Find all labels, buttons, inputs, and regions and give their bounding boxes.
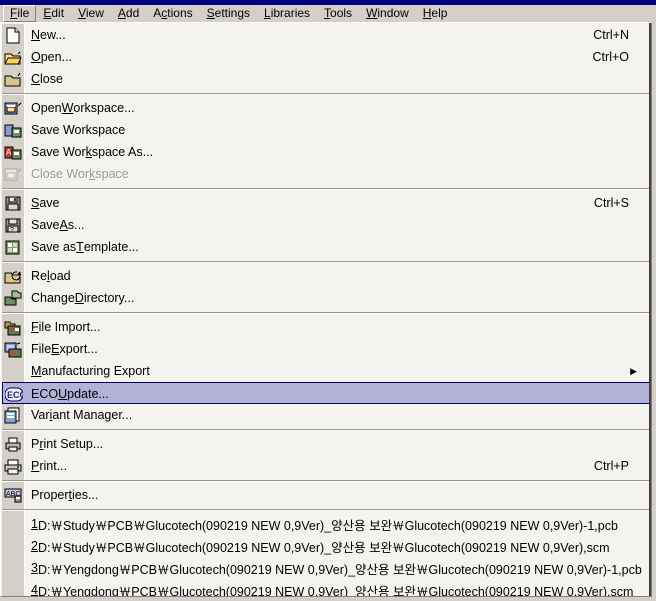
menu-item-close[interactable]: Close [2,68,651,90]
menubar-item-settings[interactable]: Settings [200,5,257,22]
menu-item-recent-2[interactable]: 2 D:￦Study￦PCB￦Glucotech(090219 NEW 0,9V… [2,535,651,557]
menu-separator [2,426,651,433]
menu-item-recent-1[interactable]: 1 D:￦Study￦PCB￦Glucotech(090219 NEW 0,9V… [2,513,651,535]
menu-item-label: Save Wor k space As... [31,145,154,159]
menu-item-change-directory[interactable]: Change Directory... [2,287,651,309]
menu-item-label: ECO Update... [31,387,109,401]
variant-manager-icon [3,406,23,424]
menu-item-label: Pr int Setup... [31,437,104,451]
file-menu-item-list: New... Ctrl+N Open... Ctrl+O Close Open Works… [2,24,651,597]
properties-icon: ABC [3,486,23,504]
open-workspace-icon [3,99,23,117]
menu-item-label: Save [31,196,60,210]
close-workspace-icon [3,165,23,183]
menu-item-save[interactable]: Save Ctrl+S [2,192,651,214]
menu-separator [2,506,651,513]
menu-item-label: Save Workspace [31,123,126,137]
menubar-item-edit[interactable]: Edit [36,5,71,22]
menu-item-label: 4 D:￦Yengdong￦PCB￦Glucotech(090219 NEW 0… [31,583,634,597]
svg-text:?: ? [10,227,14,234]
menu-separator [2,477,651,484]
menubar-item-file[interactable]: File [3,5,37,22]
menu-item-label: 3 D:￦Yengdong￦PCB￦Glucotech(090219 NEW 0… [31,561,642,577]
save-workspace-icon [3,121,23,139]
menu-item-file-import[interactable]: File Import... [2,316,651,338]
menu-item-shortcut: Ctrl+N [593,28,629,42]
file-menu-dropdown: New... Ctrl+N Open... Ctrl+O Close Open Works… [0,22,652,597]
file-import-icon [3,318,23,336]
close-folder-icon [3,70,23,88]
menu-item-label: New... [31,28,66,42]
menu-item-label: Save as Template... [31,240,139,254]
menu-item-label: Close [31,72,63,86]
menu-item-save-workspace-as[interactable]: A Save Wor k space As... [2,141,651,163]
menu-separator [2,90,651,97]
menu-item-save-as-template[interactable]: Save as Template... [2,236,651,258]
menu-item-print[interactable]: Print... Ctrl+P [2,455,651,477]
menu-item-properties[interactable]: ABC Proper t ies... [2,484,651,506]
printer-icon [3,457,23,475]
menu-item-open-workspace[interactable]: Open Workspace... [2,97,651,119]
menu-item-label: 1 D:￦Study￦PCB￦Glucotech(090219 NEW 0,9V… [31,517,618,533]
menubar-item-help[interactable]: Help [416,5,455,22]
main-menubar: File Edit View Add Actions Settings Libr… [0,5,656,22]
menubar-item-view[interactable]: View [71,5,111,22]
menu-item-label: Manufacturing Export [31,364,150,378]
menu-item-label: Save As... [31,218,85,232]
menu-item-label: Var i ant Manager... [31,408,133,422]
menubar-item-tools[interactable]: Tools [317,5,359,22]
menu-item-save-workspace[interactable]: Save Workspace [2,119,651,141]
menu-item-print-setup[interactable]: Pr int Setup... [2,433,651,455]
application-window: File Edit View Add Actions Settings Libr… [0,0,656,601]
menu-item-label: Open... [31,50,73,64]
menu-item-shortcut: Ctrl+S [593,196,629,210]
file-export-icon [3,340,23,358]
menu-item-close-workspace: Close Wor k space [2,163,651,185]
menu-item-label: File Export... [31,342,98,356]
menu-item-save-as[interactable]: ? Save As... [2,214,651,236]
menu-separator [2,185,651,192]
menu-item-recent-3[interactable]: 3 D:￦Yengdong￦PCB￦Glucotech(090219 NEW 0… [2,557,651,579]
menu-item-open[interactable]: Open... Ctrl+O [2,46,651,68]
change-directory-icon [3,289,23,307]
svg-text:ECO: ECO [7,390,23,400]
menu-item-reload[interactable]: Re l oad [2,265,651,287]
menu-item-label: 2 D:￦Study￦PCB￦Glucotech(090219 NEW 0,9V… [31,539,610,555]
svg-text:A: A [6,148,12,157]
menubar-item-actions[interactable]: Actions [146,5,199,22]
menu-item-shortcut: Ctrl+O [592,50,629,64]
menu-item-new[interactable]: New... Ctrl+N [2,24,651,46]
menu-item-recent-4[interactable]: 4 D:￦Yengdong￦PCB￦Glucotech(090219 NEW 0… [2,579,651,597]
menu-separator [2,309,651,316]
menu-separator [2,258,651,265]
menubar-item-add[interactable]: Add [111,5,146,22]
reload-folder-icon [3,267,23,285]
menubar-item-window[interactable]: Window [359,5,416,22]
eco-icon: ECO [4,385,24,403]
menu-item-variant-manager[interactable]: Var i ant Manager... [2,404,651,426]
menu-item-label: Open Workspace... [31,101,135,115]
new-document-icon [3,26,23,44]
save-workspace-as-icon: A [3,143,23,161]
menu-item-label: Change Directory... [31,291,135,305]
menu-item-eco-update[interactable]: ECO ECO Update... [2,382,651,404]
menu-item-label: File Import... [31,320,101,334]
submenu-arrow-icon: ▶ [630,365,637,376]
menubar-item-libraries[interactable]: Libraries [257,5,317,22]
menu-item-label: Proper t ies... [31,488,99,502]
menu-item-label: Close Wor k space [31,167,129,181]
menu-item-shortcut: Ctrl+P [593,459,629,473]
menu-item-file-export[interactable]: File Export... [2,338,651,360]
floppy-disk-icon [3,194,23,212]
save-template-icon [3,238,23,256]
menu-item-label: Print... [31,459,68,473]
printer-setup-icon [3,435,23,453]
save-as-icon: ? [3,216,23,234]
open-folder-icon [3,48,23,66]
menu-item-manufacturing-export[interactable]: Manufacturing Export ▶ [2,360,651,382]
menu-item-label: Re l oad [31,269,71,283]
